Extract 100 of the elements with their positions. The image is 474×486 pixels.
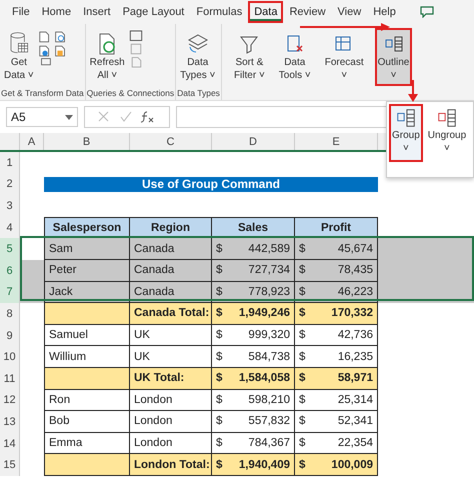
column-header[interactable]: D	[212, 133, 295, 150]
ribbon-tab[interactable]: Home	[36, 1, 78, 23]
comment-icon[interactable]	[420, 6, 434, 18]
table-cell: 778,923	[248, 286, 290, 298]
table-cell: Ron	[44, 390, 130, 412]
table-cell: London	[130, 411, 212, 433]
table-header-cell: Region	[130, 216, 212, 238]
connection-icons	[128, 30, 143, 68]
row-header[interactable]: 11	[0, 368, 20, 390]
table-cell: Canada	[130, 260, 212, 282]
ungroup-icon	[436, 107, 458, 129]
group-label: Queries & Connections	[86, 88, 174, 100]
row-header[interactable]: 3	[0, 195, 20, 217]
selected-cell	[20, 260, 44, 282]
ribbon-tab[interactable]: Page Layout	[116, 1, 190, 23]
row-header[interactable]: 8	[0, 303, 20, 325]
ribbon-tab[interactable]: Help	[367, 1, 402, 23]
row-header[interactable]: 10	[0, 346, 20, 368]
column-header[interactable]: E	[295, 133, 378, 150]
column-header[interactable]: A	[20, 133, 44, 150]
table-cell: 25,314	[338, 394, 373, 406]
table-header-cell: Sales	[212, 216, 295, 238]
document-icons	[38, 30, 68, 66]
row-header[interactable]: 13	[0, 411, 20, 433]
table-cell: 22,354	[338, 437, 373, 450]
ribbon-button[interactable]: Data Types ˅	[177, 28, 218, 86]
database-icon	[8, 32, 30, 56]
ribbon-button[interactable]: Data Tools ˅	[276, 28, 314, 86]
menu-button[interactable]: Ungroup ˅	[424, 104, 470, 162]
currency-symbol: $	[216, 242, 222, 255]
table-cell: 1,949,246	[238, 307, 290, 320]
currency-symbol: $	[299, 286, 306, 298]
row-header[interactable]: 1	[0, 152, 20, 174]
table-cell: 999,320	[248, 329, 290, 342]
row-header[interactable]: 14	[0, 432, 20, 454]
ribbon-tab[interactable]: Formulas	[190, 1, 248, 23]
table-cell: Bob	[44, 411, 130, 433]
row-header[interactable]: 12	[0, 390, 20, 412]
table-cell: 170,332	[331, 307, 373, 320]
currency-symbol: $	[299, 350, 306, 363]
table-header-cell: Salesperson	[44, 216, 130, 238]
table-cell: 78,435	[338, 264, 373, 276]
table-header-cell: Profit	[295, 216, 378, 238]
name-box[interactable]: A5	[6, 107, 78, 127]
table-cell: UK	[130, 324, 212, 346]
currency-symbol: $	[216, 437, 222, 450]
table-cell: 598,210	[248, 394, 290, 406]
row-header[interactable]: 6	[0, 260, 20, 282]
title-banner: Use of Group Command	[44, 176, 378, 192]
table-cell: Canada Total:	[130, 303, 212, 325]
currency-symbol: $	[299, 458, 306, 471]
table-cell: Samuel	[44, 324, 130, 346]
currency-symbol: $	[216, 372, 222, 384]
ribbon-button[interactable]: Outline ˅	[374, 28, 412, 86]
table-cell: 58,971	[338, 372, 373, 384]
ribbon-button[interactable]: Sort & Filter ˅	[230, 28, 268, 86]
ribbon-tab[interactable]: File	[6, 1, 36, 23]
ribbon-tab[interactable]: View	[332, 1, 368, 23]
table-cell: London	[130, 390, 212, 412]
row-header[interactable]: 5	[0, 238, 20, 260]
annotation-arrow	[408, 80, 418, 102]
table-cell: Sam	[44, 238, 130, 260]
ribbon-button[interactable]: Refresh All ˅	[86, 28, 128, 86]
currency-symbol: $	[299, 372, 306, 384]
ribbon-tab[interactable]: Review	[283, 1, 332, 23]
currency-symbol: $	[216, 329, 222, 342]
column-header[interactable]: C	[130, 133, 212, 150]
ribbon-button[interactable]: Get Data ˅	[1, 28, 37, 86]
currency-symbol: $	[216, 264, 222, 276]
currency-symbol: $	[299, 307, 306, 320]
table-cell: 16,235	[338, 350, 373, 363]
group-icon	[394, 107, 417, 129]
currency-symbol: $	[299, 437, 306, 450]
table-cell: Peter	[44, 260, 130, 282]
ribbon-button[interactable]: Forecast ˅	[322, 28, 367, 86]
row-header[interactable]: 4	[0, 216, 20, 238]
ribbon-tab[interactable]: Data	[248, 1, 284, 23]
table-cell: 1,940,409	[238, 458, 290, 471]
row-header[interactable]: 15	[0, 454, 20, 476]
currency-symbol: $	[216, 350, 222, 363]
row-header[interactable]: 7	[0, 282, 20, 304]
table-cell: Canada	[130, 238, 212, 260]
row-header[interactable]: 9	[0, 324, 20, 346]
currency-symbol: $	[216, 307, 222, 320]
table-cell: 442,589	[248, 242, 290, 255]
currency-symbol: $	[299, 264, 306, 276]
currency-symbol: $	[216, 458, 222, 471]
table-cell: 100,009	[331, 458, 373, 471]
currency-symbol: $	[216, 415, 222, 428]
table-cell: 557,832	[248, 415, 290, 428]
table-cell: 584,738	[248, 350, 290, 363]
menu-button[interactable]: Group ˅	[389, 104, 423, 162]
table-cell: 42,736	[338, 329, 373, 342]
ribbon-tab[interactable]: Insert	[77, 1, 117, 23]
table-cell: 45,674	[338, 242, 373, 255]
currency-symbol: $	[216, 394, 222, 406]
row-header[interactable]: 2	[0, 174, 20, 196]
table-cell: 52,341	[338, 415, 373, 428]
currency-symbol: $	[299, 394, 306, 406]
column-header[interactable]: B	[44, 133, 130, 150]
